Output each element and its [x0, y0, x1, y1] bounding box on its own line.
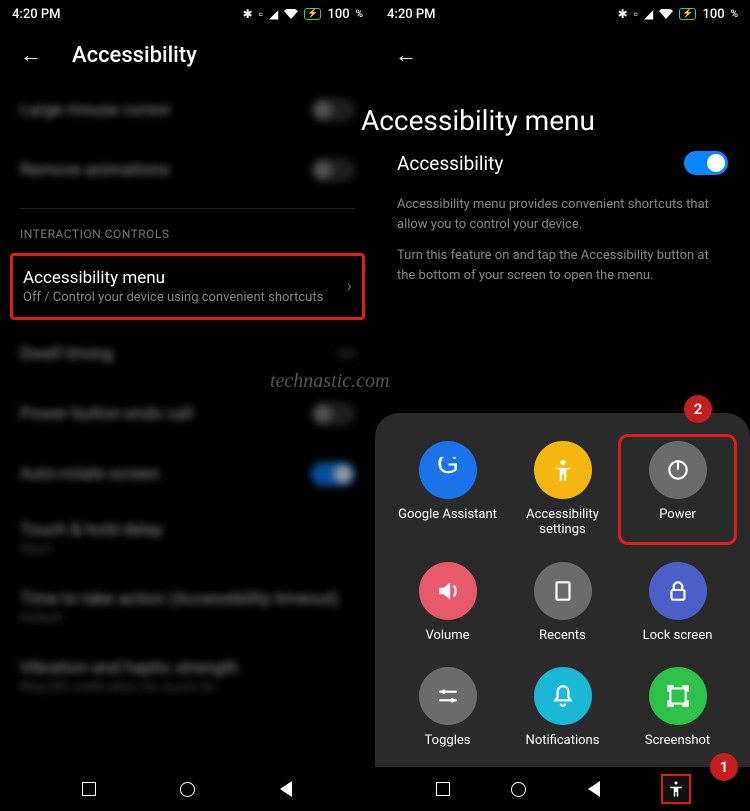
- page-title: Accessibility: [72, 43, 197, 68]
- accessibility-menu-panel: 2 GGoogle AssistantAccessibility setting…: [375, 413, 750, 767]
- row-vibration[interactable]: Vibration and haptic strength Ring Off, …: [20, 642, 355, 711]
- status-bar: 4:20 PM ✱ ▫ ◢ ⚡ 100%: [0, 0, 375, 28]
- status-icons-signal: ◢: [644, 7, 653, 21]
- menu-item-toggles[interactable]: Toggles: [395, 667, 500, 749]
- menu-item-notifications[interactable]: Notifications: [510, 667, 615, 749]
- annotation-badge-1: 1: [710, 753, 738, 781]
- toggle-power-ends[interactable]: [311, 402, 355, 426]
- accessibility-icon: [667, 780, 685, 798]
- toggles-icon: [419, 667, 477, 725]
- header-right: ←: [375, 28, 750, 80]
- status-icons-battery: ⚡: [679, 8, 696, 20]
- svg-text:G: G: [437, 457, 459, 479]
- status-icons-battery: ⚡: [304, 8, 321, 20]
- status-icons-wifi: [284, 9, 298, 19]
- nav-recents[interactable]: [80, 780, 98, 798]
- G-icon: G: [419, 441, 477, 499]
- annotation-badge-2: 2: [684, 395, 712, 423]
- nav-back[interactable]: [277, 780, 295, 798]
- right-screen: 4:20 PM ✱ ▫ ◢ ⚡ 100% ← Accessibility men…: [375, 0, 750, 811]
- back-button[interactable]: ←: [395, 42, 417, 68]
- menu-item-accessibility-settings[interactable]: Accessibility settings: [510, 441, 615, 538]
- row-large-cursor[interactable]: Large mouse cursor: [20, 80, 355, 140]
- menu-item-power[interactable]: Power: [618, 434, 737, 545]
- desc1: Accessibility menu provides convenient s…: [397, 189, 728, 240]
- left-screen: 4:20 PM ✱ ▫ ◢ ⚡ 100% ← Accessibility Lar…: [0, 0, 375, 811]
- nav-recents[interactable]: [434, 780, 452, 798]
- volume-icon: [419, 562, 477, 620]
- power-icon: [649, 441, 707, 499]
- toggle-auto-rotate[interactable]: [311, 462, 355, 486]
- nav-home[interactable]: [178, 780, 196, 798]
- menu-item-volume[interactable]: Volume: [395, 562, 500, 644]
- status-battery-pct: 100: [702, 7, 724, 22]
- status-icons-wifi: [659, 9, 673, 19]
- row-auto-rotate[interactable]: Auto-rotate screen: [20, 444, 355, 504]
- menu-label: Notifications: [526, 733, 600, 749]
- toggle-accessibility-row: Accessibility: [397, 137, 728, 189]
- status-icons-signal: ◢: [269, 7, 278, 21]
- menu-item-lock-screen[interactable]: Lock screen: [625, 562, 730, 644]
- menu-item-recents[interactable]: Recents: [510, 562, 615, 644]
- lock-icon: [649, 562, 707, 620]
- menu-label: Screenshot: [645, 733, 710, 749]
- nav-bar-right: 1: [375, 767, 750, 811]
- menu-item-screenshot[interactable]: Screenshot: [625, 667, 730, 749]
- status-bar-right: 4:20 PM ✱ ▫ ◢ ⚡ 100%: [375, 0, 750, 28]
- watermark: technastic.com: [270, 370, 389, 393]
- screenshot-icon: [649, 667, 707, 725]
- row-power-ends-call[interactable]: Power button ends call: [20, 384, 355, 444]
- status-icons-bluetooth: ✱: [243, 7, 253, 21]
- menu-item-google-assistant[interactable]: G Google Assistant: [395, 441, 500, 538]
- row-touch-hold[interactable]: Touch & hold delay Short: [20, 504, 355, 573]
- menu-label: Accessibility settings: [510, 507, 615, 538]
- desc2: Turn this feature on and tap the Accessi…: [397, 240, 728, 291]
- menu-label: Toggles: [425, 733, 471, 749]
- menu-label: Recents: [539, 628, 586, 644]
- menu-label: Lock screen: [643, 628, 713, 644]
- settings-content: Large mouse cursor Remove animations INT…: [0, 80, 375, 767]
- status-time: 4:20 PM: [12, 7, 61, 22]
- back-button[interactable]: ←: [20, 42, 42, 68]
- bell-icon: [534, 667, 592, 725]
- nav-bar: [0, 767, 375, 811]
- toggle-accessibility[interactable]: [684, 151, 728, 175]
- accessibility-menu-sub: Off / Control your device using convenie…: [23, 290, 323, 305]
- status-icons-bluetooth: ✱: [618, 7, 628, 21]
- chevron-right-icon: ›: [347, 276, 352, 297]
- nav-back[interactable]: [585, 780, 603, 798]
- toggle-remove-anim[interactable]: [311, 158, 355, 182]
- status-time: 4:20 PM: [387, 7, 436, 22]
- toggle-label: Accessibility: [397, 152, 503, 175]
- toggle-large-cursor[interactable]: [311, 98, 355, 122]
- nav-home[interactable]: [510, 780, 528, 798]
- section-interaction: INTERACTION CONTROLS: [20, 208, 355, 249]
- nav-accessibility-button[interactable]: [661, 774, 691, 804]
- menu-label: Google Assistant: [398, 507, 497, 523]
- person-icon: [534, 441, 592, 499]
- row-remove-animations[interactable]: Remove animations: [20, 140, 355, 200]
- menu-label: Power: [659, 507, 696, 523]
- row-accessibility-menu[interactable]: Accessibility menu Off / Control your de…: [10, 253, 365, 320]
- menu-label: Volume: [425, 628, 469, 644]
- accessibility-menu-label: Accessibility menu: [23, 268, 323, 288]
- page-title: Accessibility menu: [361, 104, 728, 137]
- status-icons-sim: ▫: [259, 7, 263, 21]
- status-icons-sim: ▫: [634, 7, 638, 21]
- recents-icon: [534, 562, 592, 620]
- header: ← Accessibility: [0, 28, 375, 80]
- row-time-to-action[interactable]: Time to take action (Accessibility timeo…: [20, 573, 355, 642]
- status-battery-pct: 100: [327, 7, 349, 22]
